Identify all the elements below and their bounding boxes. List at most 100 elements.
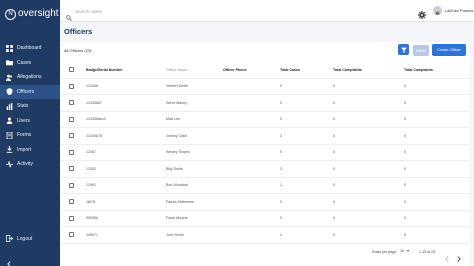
column-header-complaints[interactable]: Total Complaints	[333, 62, 404, 79]
officer-phone-cell	[223, 160, 280, 178]
app-logo[interactable]: N oversight	[0, 0, 60, 28]
total-complaints-cell: 0	[333, 94, 404, 112]
select-all-cell	[60, 62, 86, 79]
sidebar-item-users[interactable]: Users	[0, 114, 60, 129]
column-header-cases[interactable]: Total Cases	[280, 62, 333, 79]
total-cases-cell: 0	[280, 94, 333, 112]
row-select-cell	[60, 94, 86, 112]
sidebar-item-label: Activity	[17, 161, 33, 168]
table-row[interactable]: 12961 Bob Woodard 1 0 0	[60, 177, 470, 194]
sidebar-item-label: Users	[17, 117, 31, 124]
logout-button[interactable]: Logout	[0, 232, 60, 247]
sidebar-item-stats[interactable]: Stats	[0, 99, 60, 114]
row-checkbox[interactable]	[69, 100, 74, 106]
row-checkbox[interactable]	[69, 83, 74, 89]
badge-cell: 12345678	[86, 127, 166, 145]
bar-chart-icon	[6, 102, 13, 110]
total-cases-cell: 0	[280, 193, 333, 211]
table-row[interactable]: 999356 Frank Abrahe 0 0 0	[60, 210, 470, 227]
sidebar-item-officers[interactable]: Officers	[0, 84, 60, 99]
sidebar-item-import[interactable]: Import	[0, 143, 60, 158]
delete-button[interactable]: Delete	[413, 45, 429, 56]
sidebar-nav: Dashboard Cases Allegations Officers Sta…	[0, 41, 60, 172]
row-select-cell	[60, 144, 86, 161]
row-checkbox[interactable]	[69, 182, 74, 188]
total-cases-cell: 1	[280, 177, 333, 194]
officer-name-cell: Wesley Snipes	[166, 144, 223, 161]
table-row[interactable]: 12392 Billy Smith 3 0 0	[60, 160, 470, 178]
pagination-range: 1-10 of 23	[419, 250, 436, 254]
sort-arrow-icon: ↑	[188, 67, 190, 72]
total-complaints-cell-2: 0	[404, 160, 470, 178]
column-header-name[interactable]: Officer Name ↑	[166, 62, 223, 79]
badge-cell: 345671	[86, 226, 166, 244]
column-header-name-label: Officer Name	[166, 67, 188, 72]
table-row[interactable]: 345671 John Smith 4 0 0	[60, 226, 470, 244]
total-complaints-cell-2: 0	[404, 193, 470, 211]
table-row[interactable]: 123456abc2 Matt Lee 0 0 0	[60, 111, 470, 128]
officer-phone-cell	[223, 127, 280, 145]
table-row[interactable]: 12467 Wesley Snipes 0 0 0	[60, 144, 470, 161]
table-row[interactable]: 12345678 Johnny Cash 3 0 0	[60, 127, 470, 145]
table-row[interactable]: 123456 Jameer Smith 0 0 0	[60, 78, 470, 95]
rows-per-page-label: Rows per page:	[372, 250, 398, 254]
top-bar: LaDuke Powers	[60, 0, 474, 22]
sidebar-item-label: Dashboard	[17, 45, 42, 52]
sidebar-item-label: Allegations	[17, 74, 42, 81]
rows-per-page-value: 10	[400, 249, 404, 253]
total-complaints-cell: 0	[333, 127, 404, 145]
sidebar-item-allegations[interactable]: Allegations	[0, 70, 60, 85]
total-complaints-cell-2: 0	[404, 210, 470, 227]
logo-text: oversight	[18, 8, 59, 19]
row-checkbox[interactable]	[69, 215, 74, 221]
total-complaints-cell-2: 0	[404, 78, 470, 95]
gear-icon[interactable]	[418, 6, 426, 19]
officers-card: All Officers (23) Delete Create Officer …	[60, 42, 470, 266]
officer-name-cell: Billy Smith	[166, 160, 223, 178]
row-checkbox[interactable]	[69, 166, 74, 172]
badge-cell: 12392	[86, 160, 166, 178]
table-row[interactable]: 1f678 Patrick Mahomes 0 0 0	[60, 193, 470, 211]
user-name[interactable]: LaDuke Powers	[445, 8, 473, 13]
filter-button[interactable]	[398, 44, 409, 55]
sidebar-item-activity[interactable]: Activity	[0, 157, 60, 172]
create-officer-button[interactable]: Create Officer	[432, 44, 466, 56]
users-icon	[6, 117, 13, 125]
row-checkbox[interactable]	[69, 116, 74, 122]
filter-icon	[400, 47, 407, 53]
officer-name-cell: Patrick Mahomes	[166, 193, 223, 211]
sidebar-item-cases[interactable]: Cases	[0, 56, 60, 71]
sidebar-item-forms[interactable]: Forms	[0, 128, 60, 143]
column-header-phone[interactable]: Officer Phone	[223, 62, 280, 79]
badge-cell: 123456	[86, 78, 166, 95]
search-input[interactable]	[75, 7, 225, 15]
activity-icon	[6, 160, 13, 168]
select-all-checkbox[interactable]	[69, 67, 74, 73]
avatar[interactable]	[433, 6, 442, 15]
total-complaints-cell: 0	[333, 78, 404, 95]
row-checkbox[interactable]	[69, 133, 74, 139]
row-checkbox[interactable]	[69, 232, 74, 238]
table-row[interactable]: 12345667 Steve Macey 0 0 0	[60, 94, 470, 112]
total-cases-cell: 0	[280, 144, 333, 161]
collapse-arrow-icon[interactable]	[6, 254, 12, 266]
officer-phone-cell	[223, 210, 280, 227]
officer-name-cell: Frank Abrahe	[166, 210, 223, 227]
row-checkbox[interactable]	[69, 199, 74, 205]
badge-cell: 999356	[86, 210, 166, 227]
previous-page-button[interactable]	[444, 249, 450, 262]
total-cases-cell: 3	[280, 160, 333, 178]
total-cases-cell: 3	[280, 127, 333, 145]
sidebar-item-dashboard[interactable]: Dashboard	[0, 41, 60, 56]
next-page-button[interactable]	[456, 249, 462, 262]
badge-cell: 12467	[86, 144, 166, 161]
column-header-badge[interactable]: Badge/Serial Number	[86, 62, 166, 79]
total-complaints-cell: 0	[333, 177, 404, 194]
column-header-complaints-2[interactable]: Total Complaints	[404, 62, 470, 79]
officer-phone-cell	[223, 193, 280, 211]
total-complaints-cell-2: 0	[404, 127, 470, 145]
row-checkbox[interactable]	[69, 149, 74, 155]
rows-per-page-select[interactable]: 10	[400, 249, 410, 253]
search-icon	[66, 8, 72, 21]
total-complaints-cell: 0	[333, 160, 404, 178]
